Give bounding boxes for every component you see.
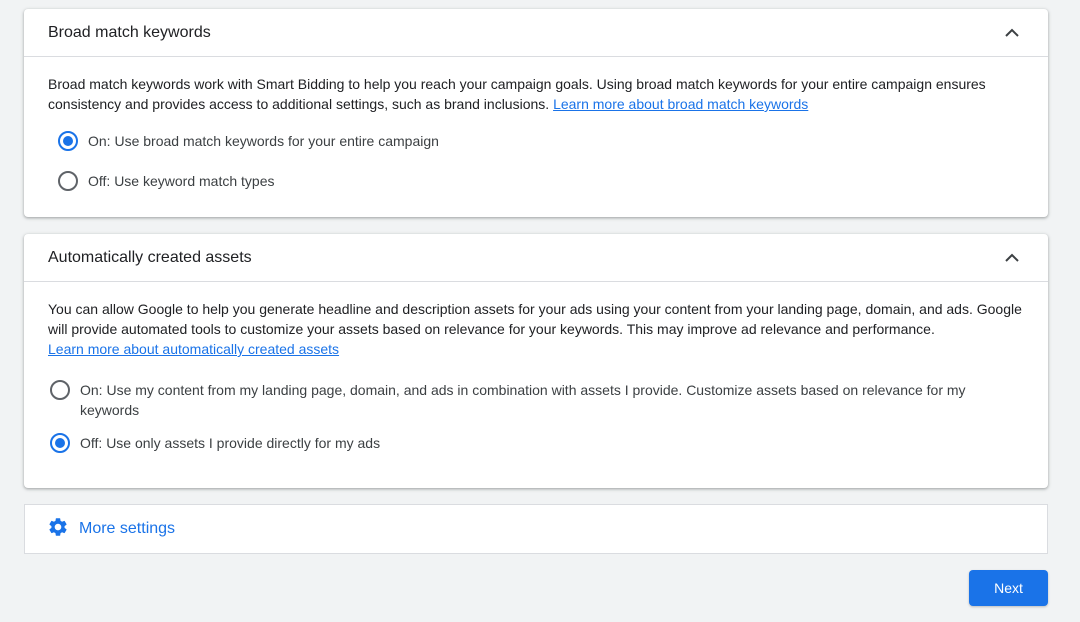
radio-button-unchecked[interactable]: [58, 171, 78, 191]
auto-assets-description: You can allow Google to help you generat…: [48, 299, 1024, 359]
auto-assets-card: Automatically created assets You can all…: [24, 234, 1048, 488]
chevron-up-icon[interactable]: [1000, 21, 1024, 45]
auto-assets-header[interactable]: Automatically created assets: [24, 234, 1048, 282]
radio-label: Off: Use keyword match types: [88, 173, 275, 189]
radio-label: On: Use my content from my landing page,…: [80, 382, 966, 418]
broad-match-body: Broad match keywords work with Smart Bid…: [24, 57, 1048, 114]
broad-match-description: Broad match keywords work with Smart Bid…: [48, 74, 1024, 114]
radio-auto-assets-off[interactable]: Off: Use only assets I provide directly …: [50, 433, 380, 453]
broad-match-header[interactable]: Broad match keywords: [24, 9, 1048, 57]
radio-label: On: Use broad match keywords for your en…: [88, 133, 439, 149]
radio-auto-assets-on[interactable]: On: Use my content from my landing page,…: [50, 380, 1000, 420]
more-settings-label: More settings: [79, 520, 176, 537]
broad-match-title: Broad match keywords: [48, 23, 211, 41]
gear-icon: [47, 516, 69, 543]
radio-button-checked[interactable]: [58, 131, 78, 151]
auto-assets-title: Automatically created assets: [48, 248, 252, 266]
learn-more-auto-assets-link[interactable]: Learn more about automatically created a…: [48, 341, 339, 357]
radio-broad-match-off[interactable]: Off: Use keyword match types: [58, 171, 274, 191]
learn-more-broad-match-link[interactable]: Learn more about broad match keywords: [553, 96, 808, 112]
auto-assets-description-text: You can allow Google to help you generat…: [48, 301, 1022, 337]
next-button[interactable]: Next: [969, 570, 1048, 606]
chevron-up-icon[interactable]: [1000, 246, 1024, 270]
radio-button-unchecked[interactable]: [50, 380, 70, 400]
more-settings-row[interactable]: More settings: [24, 504, 1048, 554]
auto-assets-body: You can allow Google to help you generat…: [24, 282, 1048, 359]
broad-match-description-text: Broad match keywords work with Smart Bid…: [48, 76, 986, 112]
radio-label: Off: Use only assets I provide directly …: [80, 435, 381, 451]
radio-broad-match-on[interactable]: On: Use broad match keywords for your en…: [58, 131, 439, 151]
radio-button-checked[interactable]: [50, 433, 70, 453]
broad-match-card: Broad match keywords Broad match keyword…: [24, 9, 1048, 217]
